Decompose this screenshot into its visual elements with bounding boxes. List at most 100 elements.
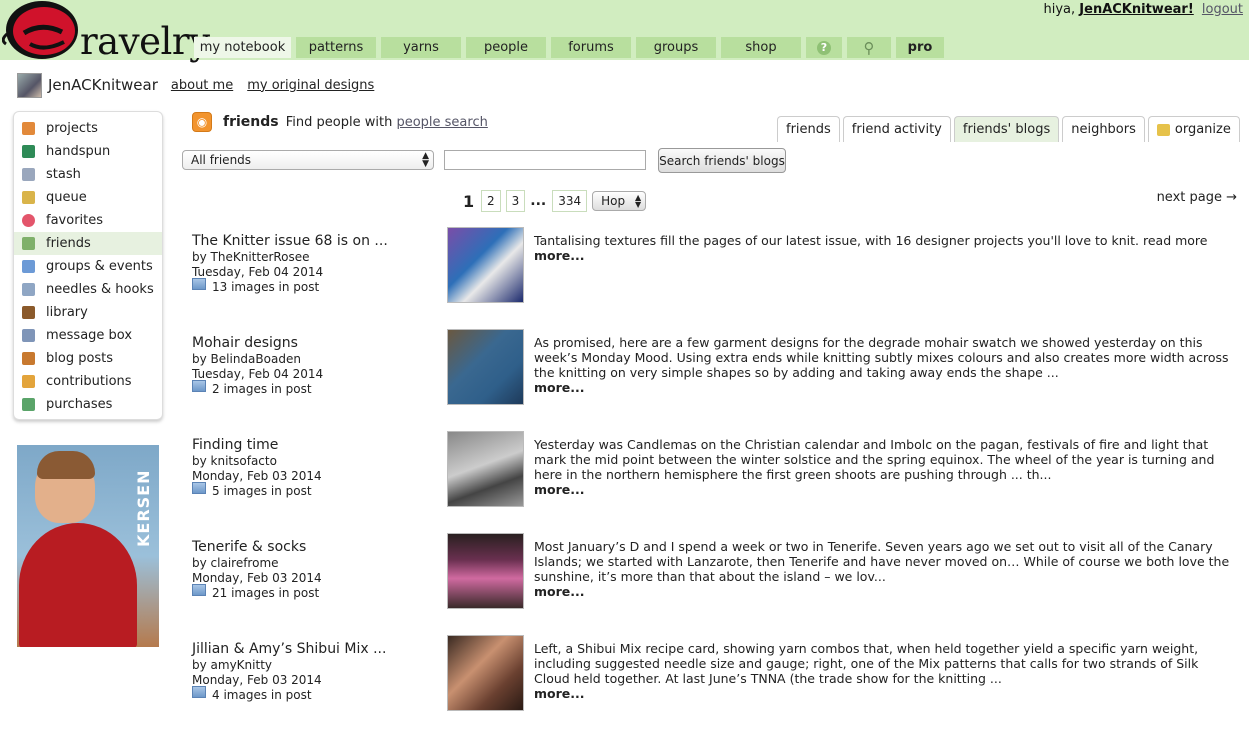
page-link[interactable]: 3 bbox=[505, 190, 526, 212]
blog-post: The Knitter issue 68 is on ... by TheKni… bbox=[192, 227, 1237, 323]
post-thumbnail[interactable] bbox=[447, 227, 524, 303]
hop-select[interactable]: Hop ▲ ▼ bbox=[592, 191, 647, 211]
more-link[interactable]: more... bbox=[534, 248, 1237, 263]
friends-filter-select[interactable]: All friends ▲ ▼ bbox=[182, 150, 434, 170]
blog-post: Jillian & Amy’s Shibui Mix ... by amyKni… bbox=[192, 635, 1237, 731]
nav-tab-search[interactable]: ⚲ bbox=[847, 37, 891, 58]
blog-post: Finding time by knitsofacto Monday, Feb … bbox=[192, 431, 1237, 527]
help-icon: ? bbox=[817, 40, 831, 55]
more-link[interactable]: more... bbox=[534, 380, 1237, 395]
tab-friend-activity[interactable]: friend activity bbox=[842, 116, 951, 142]
nav-tab-my-notebook[interactable]: my notebook bbox=[194, 37, 291, 58]
about-me-link[interactable]: about me bbox=[171, 78, 233, 93]
sidebar-item-handspun[interactable]: handspun bbox=[14, 140, 162, 163]
sidebar-item-label: library bbox=[46, 305, 88, 320]
image-icon bbox=[192, 380, 206, 392]
post-thumbnail[interactable] bbox=[447, 533, 524, 609]
ravelry-logo[interactable]: ravelry bbox=[1, 0, 210, 64]
post-excerpt: Tantalising textures fill the pages of o… bbox=[534, 233, 1237, 263]
image-count-label: 4 images in post bbox=[212, 688, 312, 702]
tab-friends-blogs[interactable]: friends' blogs bbox=[953, 116, 1060, 142]
search-icon: ⚲ bbox=[863, 38, 875, 57]
more-link[interactable]: more... bbox=[534, 686, 1237, 701]
sidebar-item-queue[interactable]: queue bbox=[14, 186, 162, 209]
sidebar-ad-image[interactable]: KERSEN bbox=[17, 445, 159, 647]
tag-icon bbox=[22, 398, 35, 411]
nav-tab-pro[interactable]: pro bbox=[896, 37, 944, 58]
more-link[interactable]: more... bbox=[534, 482, 1237, 497]
nav-tab-forums[interactable]: forums bbox=[551, 37, 631, 58]
tab-neighbors[interactable]: neighbors bbox=[1062, 116, 1145, 142]
basket-icon bbox=[22, 168, 35, 181]
sidebar-item-label: groups & events bbox=[46, 259, 153, 274]
sidebar-item-friends[interactable]: friends bbox=[14, 232, 162, 255]
post-title[interactable]: Mohair designs bbox=[192, 335, 298, 351]
queue-icon bbox=[22, 191, 35, 204]
nav-label: forums bbox=[568, 40, 614, 55]
excerpt-text: Tantalising textures fill the pages of o… bbox=[534, 233, 1208, 248]
nav-tab-shop[interactable]: shop bbox=[721, 37, 801, 58]
people-search-link[interactable]: people search bbox=[396, 115, 487, 130]
nav-label: pro bbox=[907, 40, 933, 55]
post-title[interactable]: Finding time bbox=[192, 437, 278, 453]
nav-tab-yarns[interactable]: yarns bbox=[381, 37, 461, 58]
sidebar-item-projects[interactable]: projects bbox=[14, 117, 162, 140]
post-date: Monday, Feb 03 2014 bbox=[192, 673, 322, 687]
sidebar-item-message-box[interactable]: message box bbox=[14, 324, 162, 347]
sidebar-item-label: stash bbox=[46, 167, 81, 182]
excerpt-text: Left, a Shibui Mix recipe card, showing … bbox=[534, 641, 1199, 686]
spool-icon bbox=[22, 145, 35, 158]
post-author: by BelindaBoaden bbox=[192, 352, 301, 366]
nav-tab-help[interactable]: ? bbox=[806, 37, 842, 58]
sidebar-item-label: queue bbox=[46, 190, 87, 205]
ad-brand-text: KERSEN bbox=[134, 469, 153, 548]
user-bar: hiya, JenACKnitwear! logout bbox=[1044, 2, 1244, 17]
nav-tab-people[interactable]: people bbox=[466, 37, 546, 58]
page-link[interactable]: 334 bbox=[552, 190, 588, 212]
sidebar-item-purchases[interactable]: purchases bbox=[14, 393, 162, 416]
sidebar-item-contributions[interactable]: contributions bbox=[14, 370, 162, 393]
more-link[interactable]: more... bbox=[534, 584, 1237, 599]
tab-friends[interactable]: friends bbox=[777, 116, 840, 142]
profile-username: JenACKnitwear bbox=[48, 76, 158, 94]
sidebar-item-stash[interactable]: stash bbox=[14, 163, 162, 186]
sidebar-item-groups-events[interactable]: groups & events bbox=[14, 255, 162, 278]
post-thumbnail[interactable] bbox=[447, 431, 524, 507]
post-title[interactable]: Tenerife & socks bbox=[192, 539, 306, 555]
post-image-count: 21 images in post bbox=[192, 584, 319, 600]
page-link[interactable]: 2 bbox=[481, 190, 501, 212]
post-author: by amyKnitty bbox=[192, 658, 272, 672]
blog-search-input[interactable] bbox=[444, 150, 646, 170]
logout-link[interactable]: logout bbox=[1202, 2, 1243, 17]
post-image-count: 2 images in post bbox=[192, 380, 312, 396]
books-icon bbox=[22, 306, 35, 319]
filter-selected-value: All friends bbox=[191, 153, 252, 167]
search-friends-blogs-button[interactable]: Search friends' blogs bbox=[658, 148, 786, 173]
sidebar-item-favorites[interactable]: favorites bbox=[14, 209, 162, 232]
hop-label: Hop bbox=[601, 194, 626, 208]
nav-tab-patterns[interactable]: patterns bbox=[296, 37, 376, 58]
post-thumbnail[interactable] bbox=[447, 329, 524, 405]
sidebar-item-label: friends bbox=[46, 236, 91, 251]
post-excerpt: Yesterday was Candlemas on the Christian… bbox=[534, 437, 1237, 497]
grid-icon bbox=[22, 122, 35, 135]
sidebar-item-library[interactable]: library bbox=[14, 301, 162, 324]
post-title[interactable]: Jillian & Amy’s Shibui Mix ... bbox=[192, 641, 386, 657]
logo-text: ravelry bbox=[80, 20, 210, 63]
tab-organize[interactable]: organize bbox=[1147, 116, 1240, 142]
sidebar-item-needles-hooks[interactable]: needles & hooks bbox=[14, 278, 162, 301]
post-thumbnail[interactable] bbox=[447, 635, 524, 711]
rss-feed-icon[interactable]: ◉ bbox=[192, 112, 212, 132]
tab-label: friends bbox=[786, 122, 831, 137]
nav-label: patterns bbox=[308, 40, 364, 55]
avatar[interactable] bbox=[17, 72, 42, 98]
blog-post: Tenerife & socks by clairefrome Monday, … bbox=[192, 533, 1237, 629]
original-designs-link[interactable]: my original designs bbox=[247, 78, 374, 93]
post-title[interactable]: The Knitter issue 68 is on ... bbox=[192, 233, 388, 249]
username-link[interactable]: JenACKnitwear! bbox=[1079, 2, 1193, 17]
sidebar-item-blog-posts[interactable]: blog posts bbox=[14, 347, 162, 370]
excerpt-text: Most January’s D and I spend a week or t… bbox=[534, 539, 1230, 584]
next-page-link[interactable]: next page → bbox=[1157, 190, 1237, 205]
image-icon bbox=[192, 584, 206, 596]
nav-tab-groups[interactable]: groups bbox=[636, 37, 716, 58]
